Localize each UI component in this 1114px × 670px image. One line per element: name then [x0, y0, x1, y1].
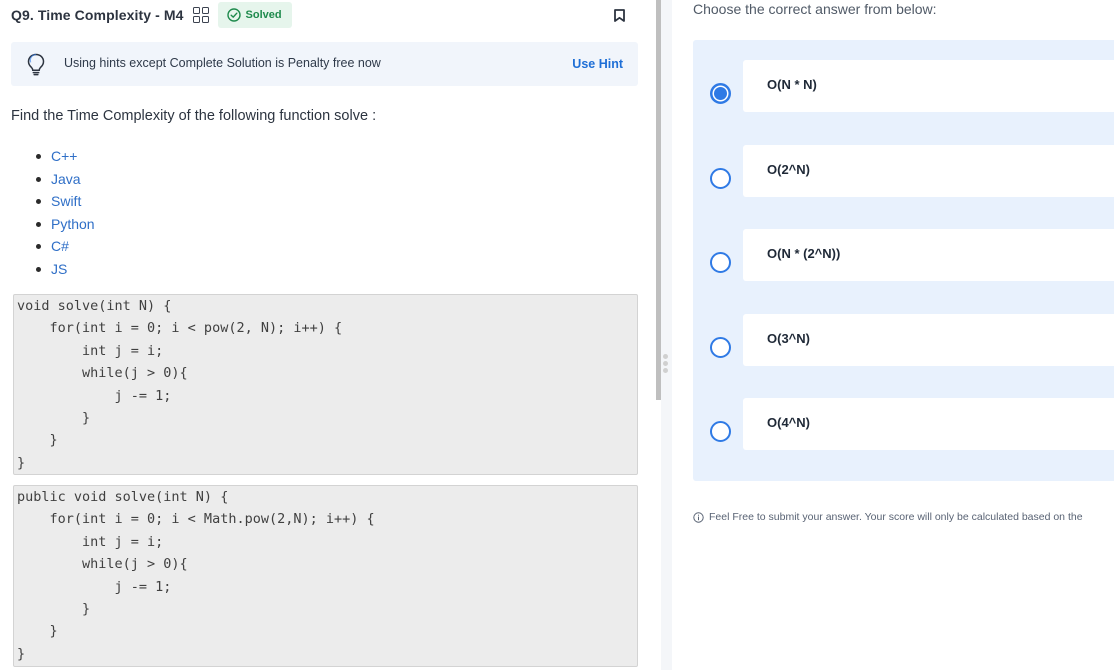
language-link-swift[interactable]: Swift — [36, 190, 95, 213]
check-circle-icon — [226, 8, 241, 22]
code-block-java: public void solve(int N) { for(int i = 0… — [13, 485, 638, 667]
answer-option-card[interactable]: O(2^N) — [743, 145, 1114, 197]
question-title: Q9. Time Complexity - M4 — [11, 7, 184, 23]
answer-option-label: O(N * N) — [767, 77, 817, 92]
language-link-java[interactable]: Java — [36, 168, 95, 191]
radio-button[interactable] — [710, 168, 731, 189]
bookmark-icon[interactable] — [613, 9, 626, 22]
answer-option[interactable]: O(2^N) — [693, 145, 1114, 213]
language-list: C++ Java Swift Python C# JS — [36, 145, 95, 281]
use-hint-button[interactable]: Use Hint — [572, 57, 623, 71]
answer-option-card[interactable]: O(3^N) — [743, 314, 1114, 366]
question-header: Q9. Time Complexity - M4 Solved — [11, 2, 292, 28]
answer-option-card[interactable]: O(4^N) — [743, 398, 1114, 450]
submit-note: Feel Free to submit your answer. Your sc… — [693, 511, 1083, 523]
lightbulb-icon — [27, 53, 45, 76]
language-link-js[interactable]: JS — [36, 258, 95, 281]
answer-option[interactable]: O(4^N) — [693, 398, 1114, 466]
answer-heading: Choose the correct answer from below: — [693, 1, 937, 17]
language-link-cpp[interactable]: C++ — [36, 145, 95, 168]
answer-option-label: O(2^N) — [767, 162, 810, 177]
status-badge-label: Solved — [245, 9, 282, 21]
status-badge: Solved — [217, 2, 292, 28]
answer-option-card[interactable]: O(N * (2^N)) — [743, 229, 1114, 281]
question-prompt: Find the Time Complexity of the followin… — [11, 108, 377, 124]
submit-note-text: Feel Free to submit your answer. Your sc… — [709, 511, 1083, 523]
language-link-csharp[interactable]: C# — [36, 235, 95, 258]
answer-options: O(N * N) O(2^N) O(N * (2^N)) O(3^N) O(4^… — [693, 40, 1114, 481]
radio-button-selected[interactable] — [710, 83, 731, 104]
code-text: void solve(int N) { for(int i = 0; i < p… — [17, 298, 343, 471]
answer-option[interactable]: O(3^N) — [693, 314, 1114, 382]
radio-button[interactable] — [710, 337, 731, 358]
drag-handle-icon[interactable] — [663, 354, 669, 375]
code-block-cpp: void solve(int N) { for(int i = 0; i < p… — [13, 294, 638, 475]
radio-button[interactable] — [710, 252, 731, 273]
language-link-python[interactable]: Python — [36, 213, 95, 236]
answer-option[interactable]: O(N * (2^N)) — [693, 229, 1114, 297]
answer-option[interactable]: O(N * N) — [693, 60, 1114, 128]
radio-button[interactable] — [710, 421, 731, 442]
hint-bar: Using hints except Complete Solution is … — [11, 42, 638, 86]
grid-icon[interactable] — [192, 7, 209, 23]
answer-option-label: O(4^N) — [767, 415, 810, 430]
code-text: public void solve(int N) { for(int i = 0… — [17, 489, 375, 662]
answer-option-label: O(3^N) — [767, 331, 810, 346]
answer-option-label: O(N * (2^N)) — [767, 246, 841, 261]
info-icon — [693, 511, 704, 523]
panel-resize-handle[interactable] — [661, 0, 672, 670]
hint-text: Using hints except Complete Solution is … — [64, 56, 381, 70]
answer-panel: Choose the correct answer from below: O(… — [672, 0, 1114, 670]
answer-option-card[interactable]: O(N * N) — [743, 60, 1114, 112]
question-panel: Q9. Time Complexity - M4 Solved Using hi… — [0, 0, 652, 670]
